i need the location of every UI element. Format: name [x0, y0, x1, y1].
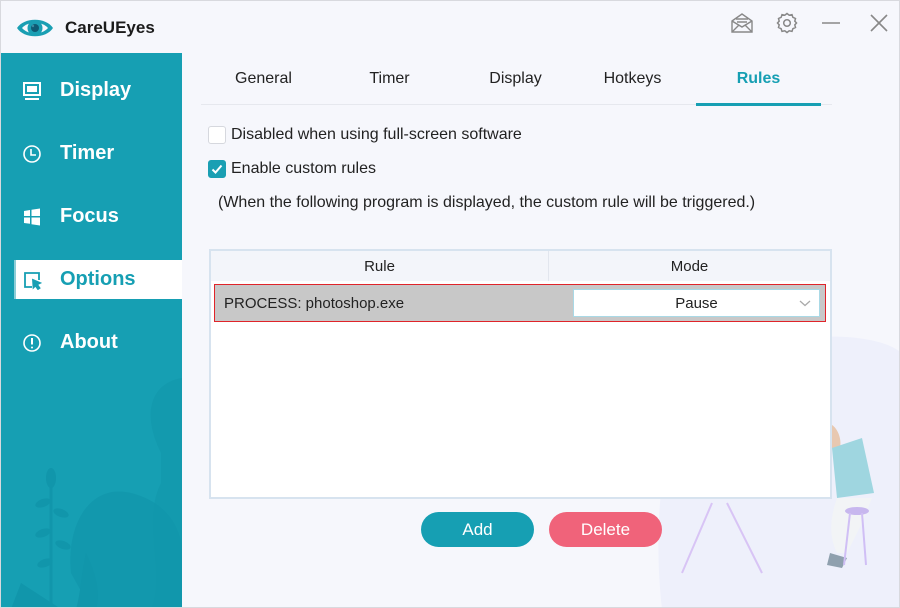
sidebar-item-label: Focus	[60, 205, 119, 227]
custom-rules-checkbox[interactable]	[208, 160, 226, 178]
rules-hint: (When the following program is displayed…	[218, 194, 756, 211]
gear-icon[interactable]	[773, 11, 801, 35]
clock-icon	[21, 143, 43, 165]
tab-general[interactable]: General	[201, 53, 326, 105]
monitor-icon	[21, 80, 43, 102]
tab-hotkeys[interactable]: Hotkeys	[570, 53, 695, 105]
sidebar-item-label: About	[60, 331, 118, 353]
tab-display[interactable]: Display	[453, 53, 578, 105]
cursor-select-icon	[21, 269, 43, 291]
app-window: CareUEyes Display Timer Focus Options Ab…	[0, 0, 900, 608]
tab-rules[interactable]: Rules	[696, 53, 821, 106]
fullscreen-disable-label: Disabled when using full-screen software	[231, 126, 522, 143]
windows-icon	[21, 206, 43, 228]
table-header: Rule Mode	[211, 251, 830, 281]
sidebar-item-about[interactable]: About	[14, 323, 182, 362]
sidebar-item-timer[interactable]: Timer	[14, 134, 182, 173]
info-exclamation-icon	[21, 332, 43, 354]
sidebar-item-display[interactable]: Display	[14, 71, 182, 110]
delete-button[interactable]: Delete	[549, 512, 662, 547]
sidebar-item-options[interactable]: Options	[14, 260, 182, 299]
title-bar: CareUEyes	[1, 1, 899, 53]
minimize-icon[interactable]	[817, 11, 845, 35]
mode-select[interactable]: Pause	[573, 289, 820, 317]
custom-rules-option[interactable]: Enable custom rules	[208, 160, 376, 178]
fullscreen-disable-option[interactable]: Disabled when using full-screen software	[208, 126, 522, 144]
tab-bar: General Timer Display Hotkeys Rules	[201, 53, 832, 106]
table-row[interactable]: PROCESS: photoshop.exe Pause	[214, 284, 826, 322]
custom-rules-label: Enable custom rules	[231, 160, 376, 177]
rule-cell: PROCESS: photoshop.exe	[224, 294, 405, 312]
sidebar-item-label: Timer	[60, 142, 115, 164]
close-icon[interactable]	[865, 11, 893, 35]
sidebar-item-label: Display	[60, 79, 132, 101]
mode-select-value: Pause	[675, 294, 718, 312]
column-header-rule: Rule	[211, 251, 549, 281]
app-title: CareUEyes	[65, 18, 155, 37]
eye-icon	[15, 13, 55, 43]
chevron-down-icon	[799, 300, 811, 307]
checkmark-icon	[211, 164, 223, 174]
rules-table: Rule Mode PROCESS: photoshop.exe Pause	[209, 249, 832, 499]
sidebar: Display Timer Focus Options About	[1, 53, 182, 607]
main-panel: General Timer Display Hotkeys Rules Disa…	[182, 53, 899, 607]
tab-timer[interactable]: Timer	[327, 53, 452, 105]
add-button[interactable]: Add	[421, 512, 534, 547]
mail-open-icon[interactable]	[728, 11, 756, 35]
sidebar-item-focus[interactable]: Focus	[14, 197, 182, 236]
sidebar-item-label: Options	[60, 268, 136, 290]
column-header-mode: Mode	[670, 257, 709, 275]
fullscreen-disable-checkbox[interactable]	[208, 126, 226, 144]
